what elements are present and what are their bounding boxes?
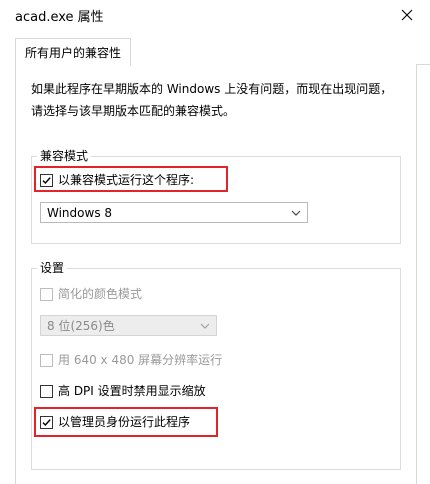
chevron-down-icon	[200, 323, 210, 329]
reduced-color-checkbox	[40, 287, 53, 301]
close-icon	[401, 9, 413, 21]
run-as-admin-label: 以管理员身份运行此程序	[58, 415, 191, 429]
low-res-checkbox	[40, 353, 53, 367]
checkmark-icon	[42, 176, 51, 184]
color-depth-value: 8 位(256)色	[47, 319, 115, 333]
run-as-admin-checkbox[interactable]	[40, 415, 53, 429]
checkmark-icon	[42, 418, 51, 426]
tab-all-users-compatibility[interactable]: 所有用户的兼容性	[15, 38, 131, 66]
window-title: acad.exe 属性	[15, 10, 104, 25]
chevron-down-icon	[291, 210, 301, 216]
high-dpi-label: 高 DPI 设置时禁用显示缩放	[58, 384, 206, 398]
low-res-label: 用 640 x 480 屏幕分辨率运行	[58, 353, 223, 367]
tab-label: 所有用户的兼容性	[24, 46, 121, 60]
high-dpi-row[interactable]: 高 DPI 设置时禁用显示缩放	[40, 383, 206, 399]
os-version-select[interactable]: Windows 8	[40, 202, 308, 223]
reduced-color-label: 简化的颜色模式	[58, 287, 143, 301]
compat-mode-checkbox[interactable]	[40, 173, 53, 187]
compat-mode-group	[31, 156, 401, 244]
run-as-admin-row[interactable]: 以管理员身份运行此程序	[40, 414, 190, 430]
high-dpi-checkbox[interactable]	[40, 384, 53, 398]
settings-group-title: 设置	[37, 260, 68, 276]
close-button[interactable]	[392, 2, 422, 28]
compat-mode-group-title: 兼容模式	[37, 148, 92, 164]
intro-text: 如果此程序在早期版本的 Windows 上没有问题，而现在出现问题，请选择与该早…	[31, 82, 393, 118]
low-res-row: 用 640 x 480 屏幕分辨率运行	[40, 352, 222, 368]
compat-mode-checkbox-label: 以兼容模式运行这个程序:	[58, 173, 195, 187]
reduced-color-row: 简化的颜色模式	[40, 286, 142, 302]
compat-mode-checkbox-row[interactable]: 以兼容模式运行这个程序:	[40, 172, 194, 188]
os-version-value: Windows 8	[47, 205, 113, 220]
title-bar: acad.exe 属性	[0, 0, 430, 34]
color-depth-select: 8 位(256)色	[40, 315, 217, 336]
